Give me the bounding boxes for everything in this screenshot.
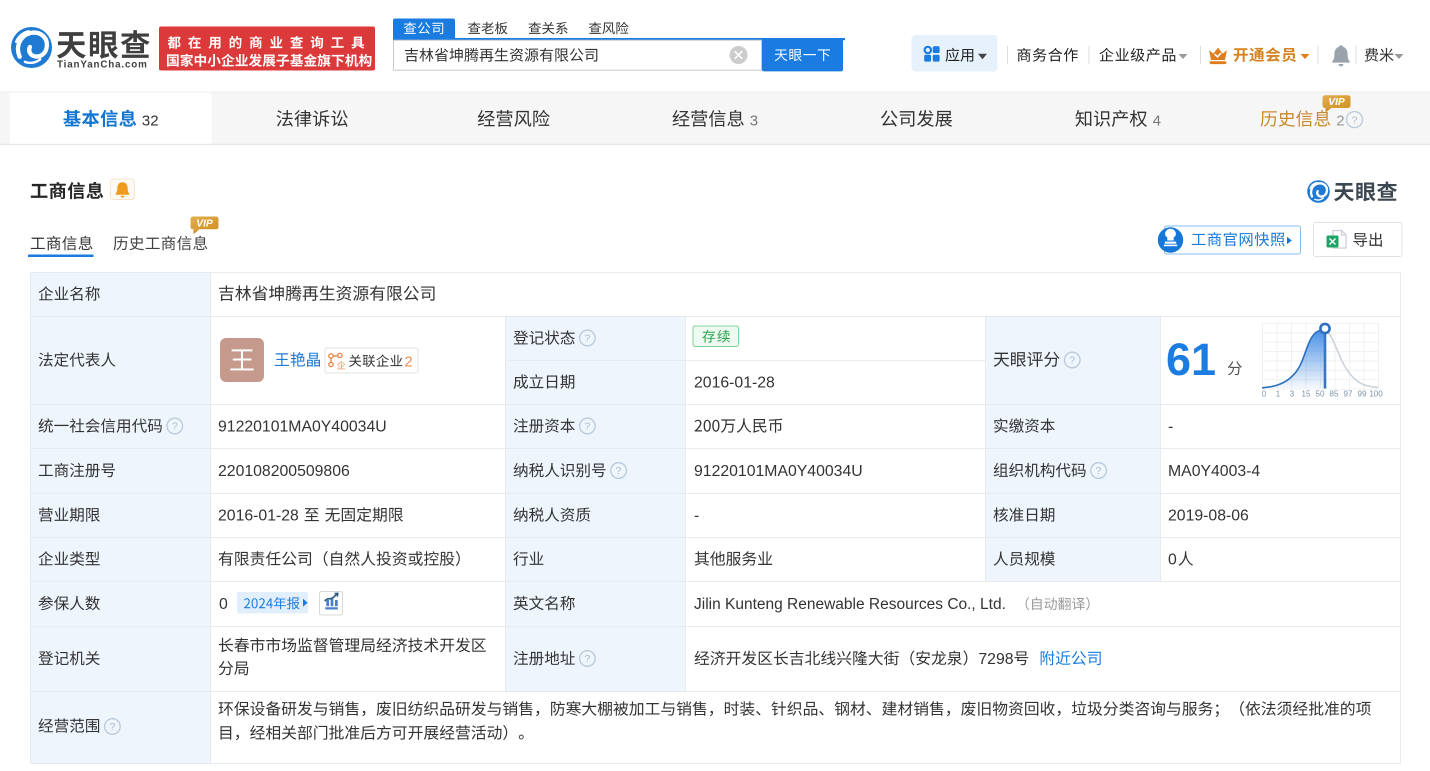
svg-text:2: 2 (405, 354, 413, 370)
svg-text:MA0Y4003-4: MA0Y4003-4 (1168, 463, 1260, 480)
svg-text:3: 3 (750, 112, 758, 129)
svg-text:?: ? (109, 721, 115, 733)
svg-text:0: 0 (1262, 390, 1267, 399)
svg-text:3: 3 (1290, 390, 1295, 399)
svg-text:2019-08-06: 2019-08-06 (1168, 508, 1249, 525)
svg-text:91220101MA0Y40034U: 91220101MA0Y40034U (694, 463, 863, 480)
svg-text:?: ? (584, 653, 590, 665)
svg-text:Jilin Kunteng Renewable Resour: Jilin Kunteng Renewable Resources Co., L… (694, 596, 1006, 613)
svg-text:2: 2 (1336, 112, 1344, 129)
svg-text:85: 85 (1330, 390, 1339, 399)
svg-text:50: 50 (1316, 390, 1325, 399)
svg-text:?: ? (1069, 355, 1075, 367)
svg-text:1: 1 (1276, 390, 1281, 399)
svg-text:91220101MA0Y40034U: 91220101MA0Y40034U (218, 419, 387, 436)
svg-text:TianYanCha.com: TianYanCha.com (57, 60, 148, 71)
svg-text:4: 4 (1153, 112, 1161, 129)
svg-text:-: - (1168, 419, 1173, 436)
svg-text:?: ? (584, 421, 590, 433)
svg-text:?: ? (1096, 465, 1102, 477)
svg-text:32: 32 (142, 112, 159, 129)
svg-text:VIP: VIP (1328, 97, 1345, 108)
svg-text:?: ? (584, 333, 590, 345)
svg-text:?: ? (616, 465, 622, 477)
svg-text:VIP: VIP (196, 219, 213, 230)
svg-text:7298: 7298 (978, 651, 1013, 668)
svg-text:?: ? (172, 421, 178, 433)
svg-text:?: ? (1352, 114, 1358, 126)
svg-text:2016-01-28: 2016-01-28 (218, 508, 299, 525)
svg-text:15: 15 (1302, 390, 1311, 399)
svg-text:2016-01-28: 2016-01-28 (694, 375, 775, 392)
svg-text:0: 0 (219, 596, 228, 613)
svg-text:0: 0 (1168, 552, 1177, 569)
svg-text:220108200509806: 220108200509806 (218, 463, 350, 480)
svg-text:61: 61 (1166, 334, 1216, 385)
svg-text:-: - (694, 508, 699, 525)
svg-text:99: 99 (1358, 390, 1367, 399)
svg-text:97: 97 (1344, 390, 1353, 399)
svg-text:100: 100 (1369, 390, 1383, 399)
